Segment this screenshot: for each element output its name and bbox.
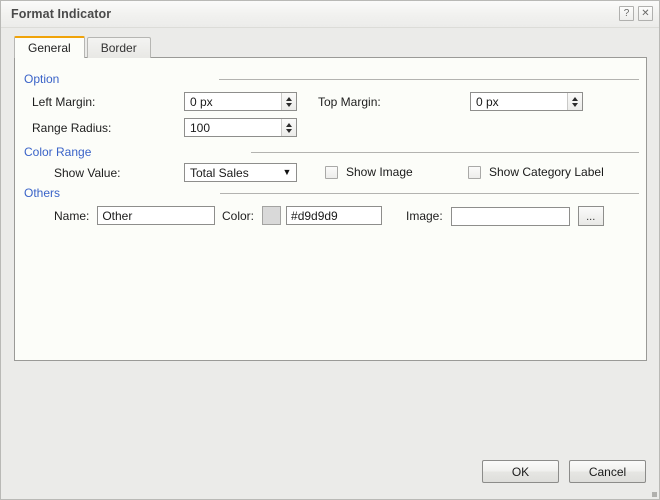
- tab-border[interactable]: Border: [86, 37, 151, 58]
- row-color: Color: #d9d9d9: [222, 206, 383, 225]
- window-title: Format Indicator: [11, 7, 112, 21]
- cancel-button[interactable]: Cancel: [569, 460, 646, 483]
- help-icon[interactable]: ?: [619, 6, 634, 21]
- ok-button[interactable]: OK: [482, 460, 559, 483]
- left-margin-label: Left Margin:: [32, 94, 96, 109]
- dialog-footer: OK Cancel: [482, 460, 646, 483]
- left-margin-spinner[interactable]: 0 px: [184, 92, 297, 111]
- row-top-margin: Top Margin: 0 px: [318, 92, 583, 111]
- row-show-value: Show Value: Total Sales ▼: [32, 163, 297, 182]
- image-label: Image:: [406, 209, 443, 223]
- name-input[interactable]: Other: [97, 206, 216, 225]
- show-image-checkbox[interactable]: Show Image: [325, 165, 413, 179]
- color-hex-input[interactable]: #d9d9d9: [286, 206, 383, 225]
- tab-general[interactable]: General: [14, 36, 85, 59]
- title-bar: Format Indicator ? ✕: [1, 1, 659, 28]
- section-color-range-label: Color Range: [24, 145, 92, 159]
- left-margin-value[interactable]: 0 px: [185, 93, 281, 110]
- name-label: Name:: [54, 208, 90, 223]
- row-name: Name: Other: [54, 206, 216, 225]
- general-tab-panel: Option Left Margin: 0 px Top Margin: 0 p…: [14, 57, 647, 361]
- chevron-down-icon[interactable]: [572, 102, 578, 107]
- show-image-label: Show Image: [346, 165, 413, 179]
- show-category-label-checkbox[interactable]: Show Category Label: [468, 165, 604, 179]
- row-range-radius: Range Radius: 100: [32, 118, 297, 137]
- section-color-range-rule: [251, 151, 639, 153]
- chevron-up-icon[interactable]: [286, 96, 292, 101]
- checkbox-box[interactable]: [325, 165, 338, 179]
- close-icon[interactable]: ✕: [638, 6, 653, 21]
- show-value-label: Show Value:: [54, 165, 121, 180]
- section-others-rule: [220, 192, 639, 194]
- show-value-selected[interactable]: Total Sales: [185, 166, 278, 180]
- top-margin-stepper[interactable]: [567, 93, 582, 110]
- top-margin-spinner[interactable]: 0 px: [470, 92, 583, 111]
- section-others-label: Others: [24, 186, 61, 200]
- section-option: Option: [24, 72, 639, 86]
- section-option-label: Option: [24, 72, 60, 86]
- show-category-label-label: Show Category Label: [489, 165, 604, 179]
- range-radius-spinner[interactable]: 100: [184, 118, 297, 137]
- chevron-up-icon[interactable]: [286, 122, 292, 127]
- range-radius-label: Range Radius:: [32, 120, 112, 135]
- resize-grip[interactable]: [652, 492, 657, 497]
- color-label: Color:: [222, 208, 255, 223]
- show-value-dropdown[interactable]: Total Sales ▼: [184, 163, 297, 182]
- top-margin-value[interactable]: 0 px: [471, 93, 567, 110]
- color-swatch[interactable]: [262, 206, 282, 225]
- tab-strip: General Border: [14, 36, 153, 59]
- title-bar-buttons: ? ✕: [619, 6, 653, 21]
- section-option-rule: [219, 78, 639, 80]
- left-margin-stepper[interactable]: [281, 93, 296, 110]
- range-radius-stepper[interactable]: [281, 119, 296, 136]
- checkbox-box[interactable]: [468, 165, 481, 179]
- section-others: Others: [24, 186, 639, 200]
- image-path-input[interactable]: [450, 206, 570, 226]
- format-indicator-dialog: Format Indicator ? ✕ General Border Opti…: [0, 0, 660, 500]
- chevron-down-icon[interactable]: ▼: [278, 168, 296, 177]
- chevron-down-icon[interactable]: [286, 102, 292, 107]
- chevron-down-icon[interactable]: [286, 128, 292, 133]
- chevron-up-icon[interactable]: [572, 96, 578, 101]
- section-color-range: Color Range: [24, 145, 639, 159]
- range-radius-value[interactable]: 100: [185, 119, 281, 136]
- row-left-margin: Left Margin: 0 px: [32, 92, 297, 111]
- top-margin-label: Top Margin:: [318, 94, 381, 109]
- row-image: Image: ...: [406, 206, 604, 226]
- image-browse-button[interactable]: ...: [577, 206, 604, 226]
